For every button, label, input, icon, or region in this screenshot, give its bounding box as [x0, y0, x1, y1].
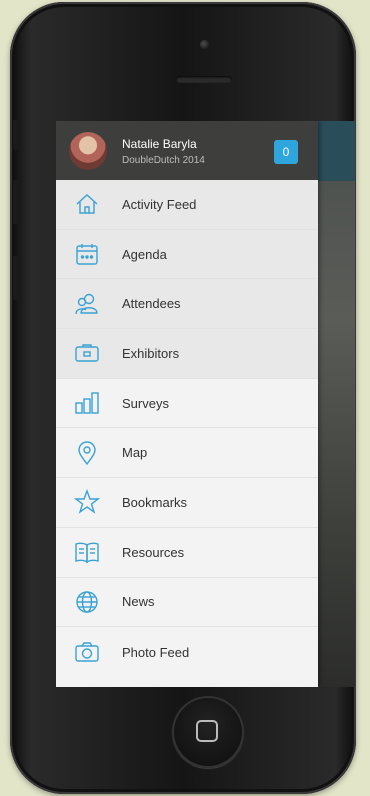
map-pin-icon: [72, 438, 102, 468]
avatar[interactable]: [69, 132, 107, 170]
volume-down-button: [13, 256, 19, 300]
menu-item-surveys[interactable]: Surveys: [56, 379, 318, 429]
menu-label: Agenda: [122, 246, 167, 262]
phone-screen: Natalie Baryla DoubleDutch 2014 0 Activi…: [56, 121, 355, 687]
phone-frame: Natalie Baryla DoubleDutch 2014 0 Activi…: [10, 2, 356, 794]
menu-label: Photo Feed: [122, 644, 190, 660]
profile-name: Natalie Baryla: [122, 137, 197, 151]
menu-item-news[interactable]: News: [56, 578, 318, 628]
menu-label: Bookmarks: [122, 494, 188, 510]
menu-list: Activity Feed Agenda Attendees Exhibitor…: [56, 180, 318, 677]
menu-label: News: [122, 594, 155, 610]
menu-item-exhibitors[interactable]: Exhibitors: [56, 329, 318, 379]
menu-label: Exhibitors: [122, 345, 180, 361]
menu-item-agenda[interactable]: Agenda: [56, 229, 318, 280]
front-camera: [200, 40, 209, 49]
menu-label: Resources: [122, 544, 185, 560]
notification-badge[interactable]: 0: [274, 140, 298, 164]
book-icon: [72, 537, 102, 567]
profile-header[interactable]: Natalie Baryla DoubleDutch 2014 0: [56, 121, 318, 180]
earpiece-speaker: [176, 76, 232, 83]
menu-label: Surveys: [122, 395, 169, 411]
home-square-icon: [196, 720, 218, 742]
menu-label: Map: [122, 445, 148, 461]
camera-icon: [72, 637, 102, 667]
bar-chart-icon: [72, 388, 102, 418]
profile-event: DoubleDutch 2014: [122, 155, 205, 166]
star-icon: [72, 487, 102, 517]
underlying-content: [315, 121, 355, 687]
mute-switch: [13, 120, 19, 150]
home-icon: [72, 189, 102, 219]
menu-item-resources[interactable]: Resources: [56, 528, 318, 578]
menu-label: Activity Feed: [122, 196, 197, 212]
menu-item-map[interactable]: Map: [56, 428, 318, 479]
exhibitor-icon: [72, 338, 102, 368]
people-icon: [72, 289, 102, 319]
menu-item-activity-feed[interactable]: Activity Feed: [56, 180, 318, 230]
navigation-drawer: Natalie Baryla DoubleDutch 2014 0 Activi…: [56, 121, 318, 687]
menu-item-photo-feed[interactable]: Photo Feed: [56, 627, 318, 677]
menu-item-attendees[interactable]: Attendees: [56, 279, 318, 330]
globe-icon: [72, 587, 102, 617]
calendar-icon: [72, 239, 102, 269]
volume-up-button: [13, 180, 19, 224]
home-button[interactable]: [172, 696, 244, 768]
menu-item-bookmarks[interactable]: Bookmarks: [56, 478, 318, 528]
menu-label: Attendees: [122, 296, 181, 312]
